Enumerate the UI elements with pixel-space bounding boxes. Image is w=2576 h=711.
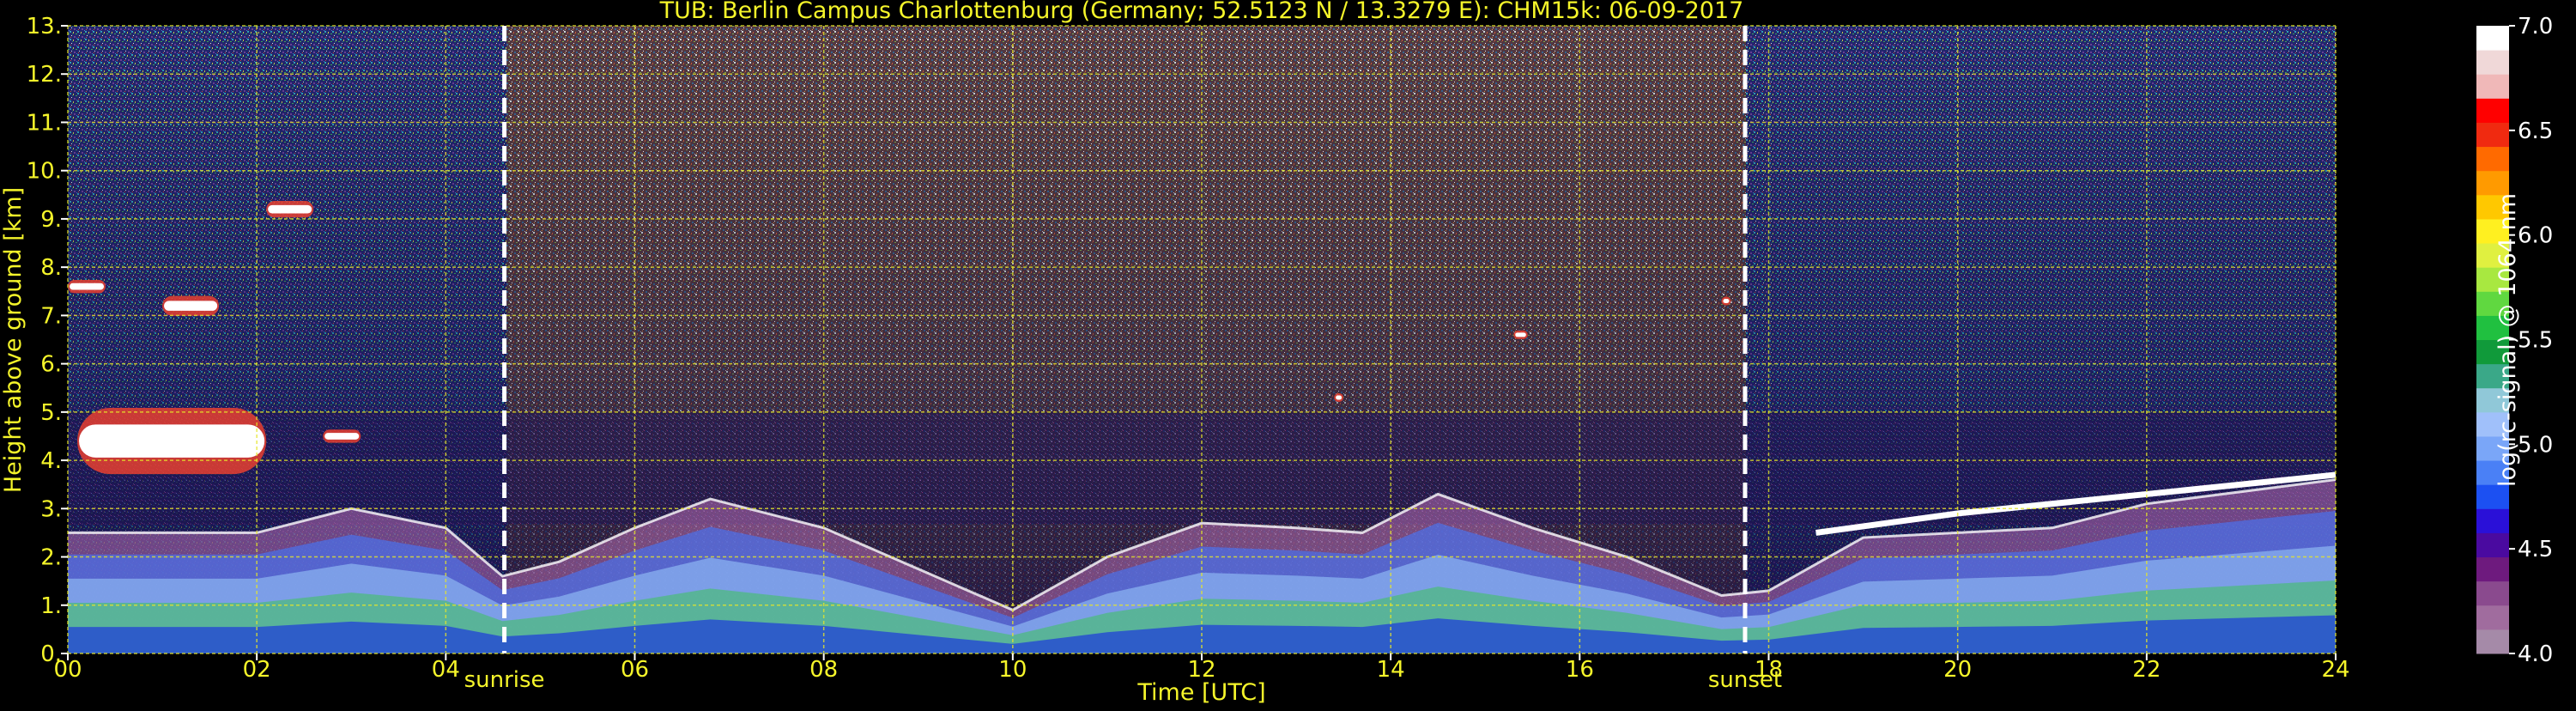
cloud-core [164, 301, 218, 311]
y-tick-label: 0. [40, 641, 62, 667]
cloud-core [70, 283, 105, 290]
x-tick-label: 08 [809, 657, 838, 683]
chart-svg: TUB: Berlin Campus Charlottenburg (Germa… [0, 0, 2553, 706]
y-tick-label: 11. [27, 110, 62, 136]
colorbar-segment [2476, 170, 2509, 196]
y-tick-label: 10. [27, 159, 62, 185]
colorbar-segment [2476, 26, 2509, 51]
colorbar-tick-label: 4.0 [2518, 641, 2553, 667]
colorbar-tick-label: 5.5 [2518, 328, 2553, 354]
x-tick-label: 20 [1943, 657, 1972, 683]
y-tick-label: 1. [40, 593, 62, 619]
lidar-quicklook-chart: TUB: Berlin Campus Charlottenburg (Germa… [0, 0, 2576, 708]
x-tick-labels: 00 02 04 06 08 10 12 14 16 18 20 22 24 [53, 653, 2350, 683]
cloud-core [1515, 332, 1526, 337]
y-tick-label: 13. [27, 14, 62, 40]
colorbar-segment [2476, 146, 2509, 172]
colorbar-segment [2476, 50, 2509, 75]
y-tick-label: 3. [40, 496, 62, 522]
x-axis-label: Time [UTC] [1136, 679, 1265, 706]
cloud-core [268, 204, 312, 214]
y-tick-label: 2. [40, 545, 62, 571]
y-axis-label: Height above ground [km] [0, 187, 27, 493]
colorbar-tick-label: 5.0 [2518, 432, 2553, 458]
colorbar-segment [2476, 484, 2509, 509]
y-tick-labels: 0. 1. 2. 3. 4. 5. 6. 7. 8. 9. 10. 11. 12. 13. [27, 14, 68, 667]
cloud-core [1336, 395, 1343, 400]
colorbar-segment [2476, 74, 2509, 99]
x-tick-label: 16 [1566, 657, 1594, 683]
colorbar-segment [2476, 508, 2509, 533]
colorbar-segment [2476, 605, 2509, 630]
x-tick-label: 06 [621, 657, 649, 683]
colorbar-tick-label: 6.5 [2518, 118, 2553, 144]
colorbar-segment [2476, 556, 2509, 582]
cloud-core [324, 433, 360, 440]
sunrise-label: sunrise [464, 667, 545, 693]
colorbar-segment [2476, 532, 2509, 558]
cloud-core [1723, 299, 1730, 304]
colorbar-tick-label: 4.5 [2518, 537, 2553, 562]
y-tick-label: 9. [40, 207, 62, 233]
x-tick-label: 22 [2132, 657, 2161, 683]
colorbar-tick-label: 6.0 [2518, 223, 2553, 249]
chart-title: TUB: Berlin Campus Charlottenburg (Germa… [659, 0, 1744, 24]
colorbar-segment [2476, 122, 2509, 148]
colorbar-segment [2476, 629, 2509, 654]
x-tick-label: 14 [1377, 657, 1405, 683]
x-tick-label: 18 [1755, 657, 1783, 683]
cloud-core [79, 424, 265, 458]
x-tick-label: 10 [998, 657, 1027, 683]
y-tick-label: 12. [27, 62, 62, 88]
y-tick-label: 8. [40, 255, 62, 281]
x-tick-label: 04 [432, 657, 460, 683]
colorbar-tick-label: 7.0 [2518, 14, 2553, 40]
y-tick-label: 4. [40, 448, 62, 474]
plot-area: sunrise sunset [67, 25, 2337, 693]
colorbar-segment [2476, 98, 2509, 123]
x-tick-label: 02 [243, 657, 271, 683]
colorbar-segment [2476, 580, 2509, 606]
y-tick-label: 7. [40, 303, 62, 329]
colorbar-label: log(rc-signal) @ 1064 nm [2494, 193, 2521, 487]
y-tick-label: 6. [40, 352, 62, 378]
y-tick-label: 5. [40, 400, 62, 426]
x-tick-label: 24 [2321, 657, 2349, 683]
